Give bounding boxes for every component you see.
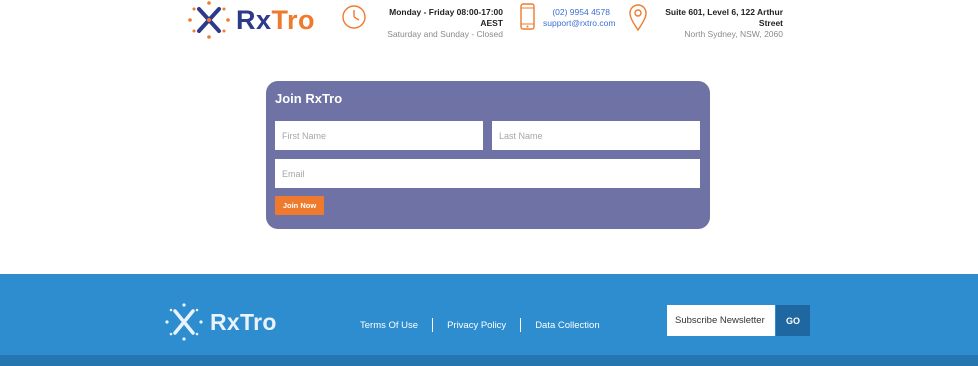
footer-logo-mark-icon	[165, 303, 203, 341]
logo-text-tro: Tro	[271, 4, 316, 35]
contact-info: (02) 9954 4578 support@rxtro.com	[517, 3, 615, 33]
map-pin-icon	[629, 4, 647, 31]
rxtro-logo[interactable]: RxTro	[186, 0, 326, 40]
join-form-title: Join RxTro	[275, 91, 343, 106]
data-collection-link[interactable]: Data Collection	[521, 320, 613, 331]
first-name-input[interactable]	[275, 121, 483, 150]
newsletter-go-button[interactable]: GO	[776, 305, 810, 336]
clock-icon	[342, 5, 366, 29]
phone-icon	[520, 3, 535, 30]
footer-logo-text: RxTro	[210, 308, 277, 335]
address-line-1: Suite 601, Level 6, 122 Arthur Street	[665, 7, 783, 28]
logo-text: RxTro	[236, 5, 315, 36]
logo-mark-icon	[188, 1, 230, 39]
email-link[interactable]: support@rxtro.com	[543, 18, 615, 29]
address-info: Suite 601, Level 6, 122 Arthur Street No…	[627, 3, 783, 39]
terms-of-use-link[interactable]: Terms Of Use	[346, 320, 432, 331]
hours-weekend: Saturday and Sunday - Closed	[387, 29, 503, 39]
logo-text-rx: Rx	[236, 4, 272, 35]
phone-link[interactable]: (02) 9954 4578	[543, 7, 610, 18]
footer-links: Terms Of Use Privacy Policy Data Collect…	[346, 318, 614, 332]
footer-bottom-bar	[0, 355, 978, 366]
footer-logo[interactable]: RxTro	[164, 302, 294, 342]
join-form-card: Join RxTro Join Now	[266, 81, 710, 229]
email-input[interactable]	[275, 159, 700, 188]
opening-hours: Monday - Friday 08:00-17:00 AEST Saturda…	[341, 3, 503, 39]
join-now-button[interactable]: Join Now	[275, 196, 324, 215]
address-line-2: North Sydney, NSW, 2060	[684, 29, 783, 39]
hours-weekday: Monday - Friday 08:00-17:00 AEST	[389, 7, 503, 28]
footer: RxTro Terms Of Use Privacy Policy Data C…	[0, 274, 978, 366]
top-header: RxTro Monday - Friday 08:00-17:00 AEST S…	[0, 0, 978, 40]
newsletter-input[interactable]	[667, 305, 775, 336]
page: RxTro Monday - Friday 08:00-17:00 AEST S…	[0, 0, 978, 366]
privacy-policy-link[interactable]: Privacy Policy	[433, 320, 520, 331]
last-name-input[interactable]	[492, 121, 700, 150]
